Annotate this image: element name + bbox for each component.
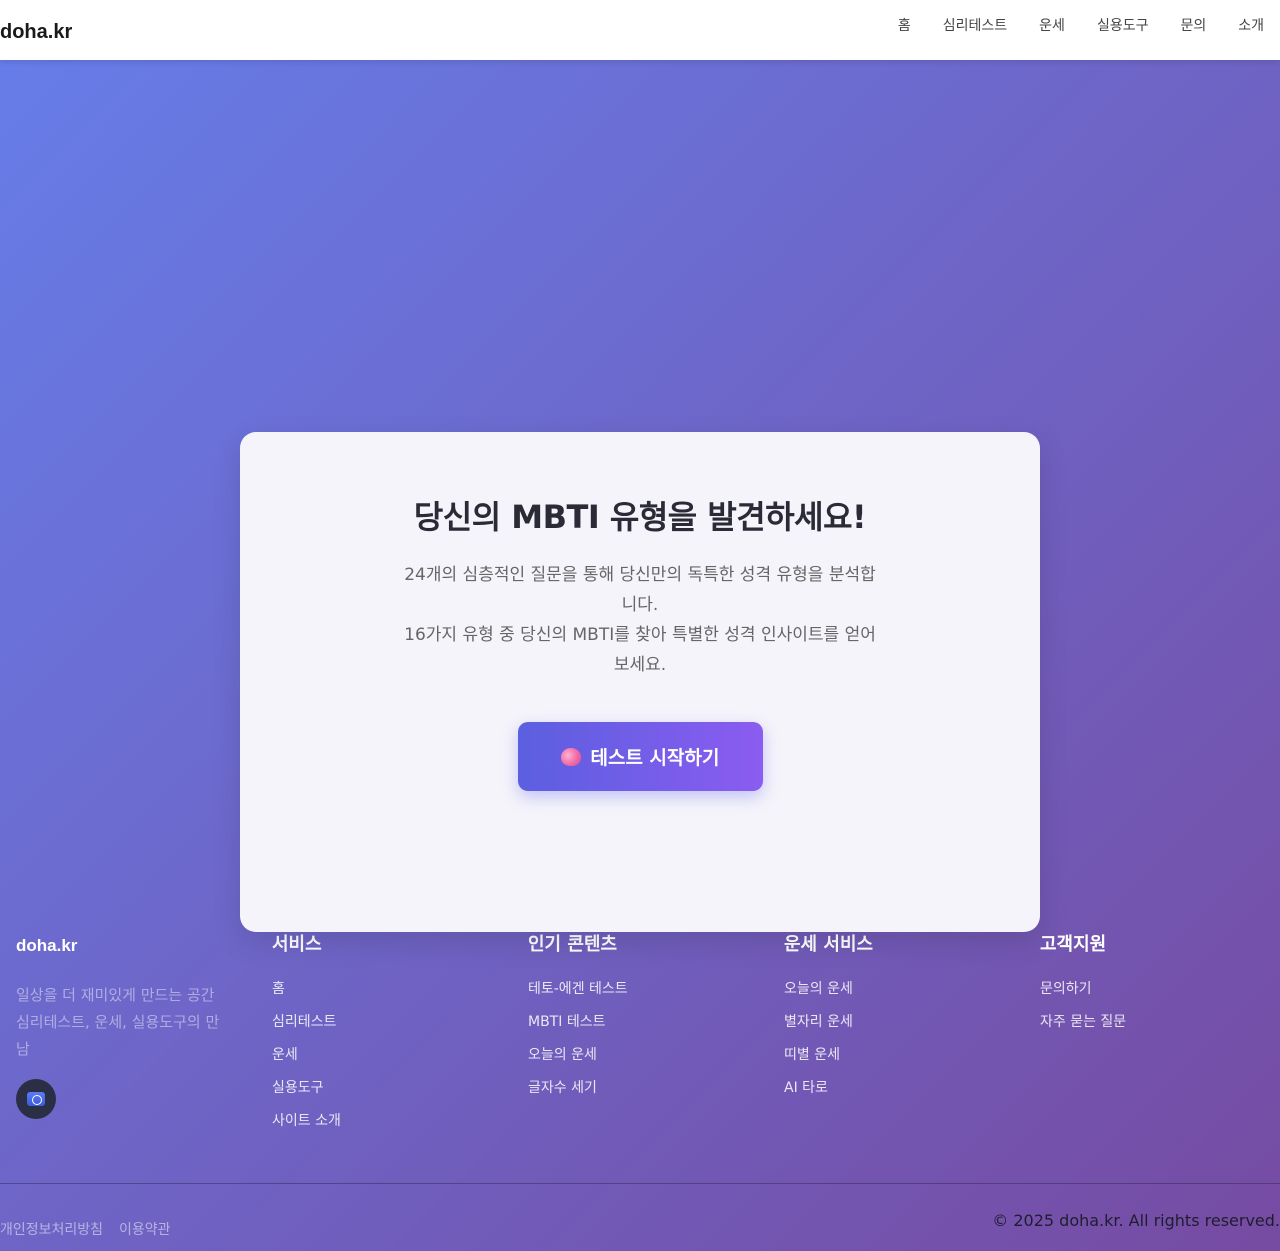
- terms-link[interactable]: 이용약관: [119, 1219, 171, 1239]
- nav-item-tools[interactable]: 실용도구: [1097, 15, 1149, 35]
- footer-link-tools[interactable]: 실용도구: [272, 1077, 341, 1097]
- footer-col-title: 고객지원: [1040, 934, 1107, 955]
- tagline-line-1: 일상을 더 재미있게 만드는 공간: [16, 986, 215, 1004]
- nav-item-psych-test[interactable]: 심리테스트: [943, 15, 1007, 35]
- brain-icon: [560, 747, 581, 766]
- description-line-2: 16가지 유형 중 당신의 MBTI를 찾아 특별한 성격 인사이트를 얻어보세…: [404, 625, 876, 675]
- nav-item-home[interactable]: 홈: [898, 15, 911, 35]
- privacy-policy-link[interactable]: 개인정보처리방침: [0, 1219, 103, 1239]
- footer-link-about[interactable]: 사이트 소개: [272, 1110, 341, 1130]
- footer-link-zodiac[interactable]: 별자리 운세: [784, 1011, 873, 1031]
- footer-link-home[interactable]: 홈: [272, 978, 341, 998]
- start-test-button[interactable]: 테스트 시작하기: [517, 722, 763, 791]
- tagline-line-2: 심리테스트, 운세, 실용도구의 만남: [16, 1013, 220, 1058]
- legal-links: 개인정보처리방침 이용약관: [0, 1219, 171, 1239]
- nav-item-contact[interactable]: 문의: [1180, 15, 1206, 35]
- footer-link-daily-fortune[interactable]: 오늘의 운세: [528, 1044, 628, 1064]
- footer-col-title: 서비스: [272, 934, 322, 955]
- footer: doha.kr 일상을 더 재미있게 만드는 공간 심리테스트, 운세, 실용도…: [0, 930, 1280, 1180]
- footer-col-fortune: 운세 서비스 오늘의 운세 별자리 운세 띠별 운세 AI 타로: [784, 930, 873, 1110]
- footer-link-char-count[interactable]: 글자수 세기: [528, 1077, 628, 1097]
- instagram-icon: [27, 1092, 45, 1106]
- footer-tagline: 일상을 더 재미있게 만드는 공간 심리테스트, 운세, 실용도구의 만남: [16, 982, 231, 1063]
- footer-col-title: 인기 콘텐츠: [528, 934, 618, 955]
- footer-link-fortune[interactable]: 운세: [272, 1044, 341, 1064]
- start-test-label: 테스트 시작하기: [590, 747, 720, 769]
- top-navbar: doha.kr 홈 심리테스트 운세 실용도구 문의 소개: [0, 0, 1280, 60]
- footer-logo[interactable]: doha.kr: [16, 936, 236, 956]
- intro-description: 24개의 심층적인 질문을 통해 당신만의 독특한 성격 유형을 분석합니다. …: [400, 560, 880, 680]
- description-line-1: 24개의 심층적인 질문을 통해 당신만의 독특한 성격 유형을 분석합니다.: [404, 565, 876, 615]
- footer-brand: doha.kr 일상을 더 재미있게 만드는 공간 심리테스트, 운세, 실용도…: [16, 930, 236, 1119]
- footer-link-animal-sign[interactable]: 띠별 운세: [784, 1044, 873, 1064]
- footer-col-title: 운세 서비스: [784, 934, 874, 955]
- nav-item-about[interactable]: 소개: [1238, 15, 1264, 35]
- footer-col-popular: 인기 콘텐츠 테토-에겐 테스트 MBTI 테스트 오늘의 운세 글자수 세기: [528, 930, 628, 1110]
- main-nav: 홈 심리테스트 운세 실용도구 문의 소개: [866, 15, 1264, 35]
- footer-divider: [0, 1183, 1280, 1184]
- footer-col-support: 고객지원 문의하기 자주 묻는 질문: [1040, 930, 1126, 1044]
- footer-link-ai-tarot[interactable]: AI 타로: [784, 1077, 873, 1097]
- page-title: 당신의 MBTI 유형을 발견하세요!: [413, 498, 867, 536]
- mbti-intro-card: 당신의 MBTI 유형을 발견하세요! 24개의 심층적인 질문을 통해 당신만…: [240, 432, 1040, 932]
- footer-link-faq[interactable]: 자주 묻는 질문: [1040, 1011, 1126, 1031]
- site-logo[interactable]: doha.kr: [0, 21, 72, 44]
- footer-link-contact[interactable]: 문의하기: [1040, 978, 1126, 998]
- footer-col-services: 서비스 홈 심리테스트 운세 실용도구 사이트 소개: [272, 930, 341, 1143]
- nav-item-fortune[interactable]: 운세: [1039, 15, 1065, 35]
- copyright: © 2025 doha.kr. All rights reserved.: [992, 1211, 1280, 1230]
- footer-link-today-fortune[interactable]: 오늘의 운세: [784, 978, 873, 998]
- footer-link-psych-test[interactable]: 심리테스트: [272, 1011, 341, 1031]
- instagram-button[interactable]: [16, 1079, 56, 1119]
- footer-link-teto-egen[interactable]: 테토-에겐 테스트: [528, 978, 628, 998]
- footer-link-mbti[interactable]: MBTI 테스트: [528, 1011, 628, 1031]
